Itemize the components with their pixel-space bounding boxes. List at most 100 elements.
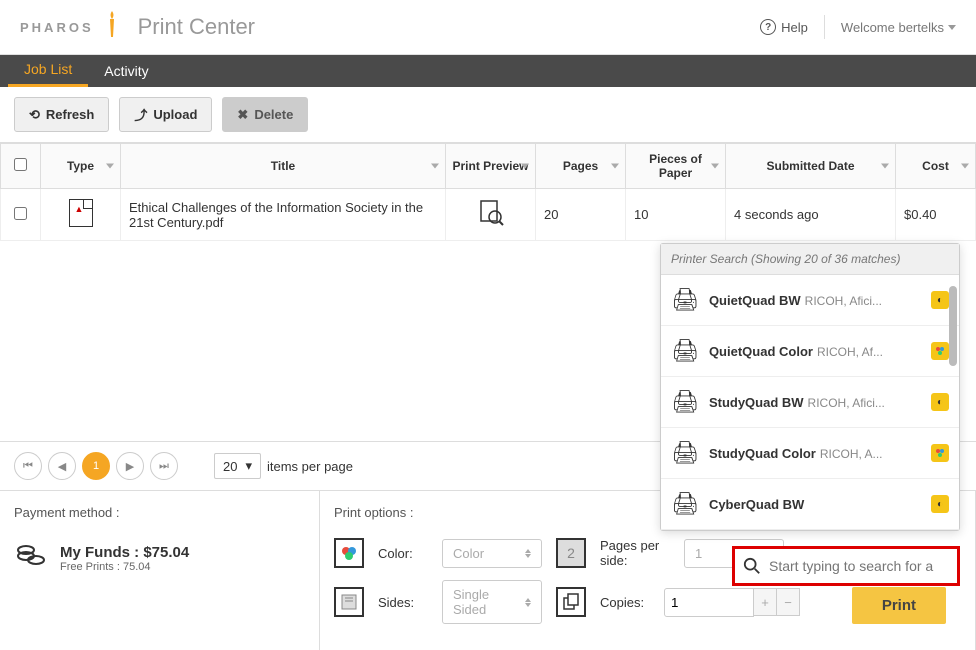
page-current[interactable]: 1	[82, 452, 110, 480]
logo-area: PHAROS Print Center	[20, 9, 255, 46]
popup-header: Printer Search (Showing 20 of 36 matches…	[661, 244, 959, 275]
printer-item[interactable]: 🖨 QuietQuad BWRICOH, Afici... ◐	[661, 275, 959, 326]
scrollbar[interactable]	[949, 286, 957, 366]
col-preview[interactable]: Print Preview	[446, 144, 536, 189]
help-link[interactable]: ? Help	[760, 19, 808, 35]
copies-plus[interactable]: +	[753, 588, 777, 616]
col-pieces[interactable]: Pieces of Paper	[626, 144, 726, 189]
sort-icon	[431, 164, 439, 169]
payment-title: Payment method :	[14, 505, 305, 520]
funds-sub: Free Prints : 75.04	[60, 561, 189, 573]
table-row[interactable]: Ethical Challenges of the Information So…	[1, 189, 976, 241]
col-type[interactable]: Type	[41, 144, 121, 189]
updown-icon	[525, 549, 531, 558]
page-first[interactable]: ⏮	[14, 452, 42, 480]
ipp-select[interactable]: 20 ▾	[214, 453, 261, 479]
user-menu[interactable]: Welcome bertelks	[841, 20, 956, 35]
color-badge-icon	[931, 444, 949, 462]
pieces-cell: 10	[626, 189, 726, 241]
copies-icon	[556, 587, 586, 617]
help-label: Help	[781, 20, 808, 35]
funds-text: My Funds : $75.04 Free Prints : 75.04	[60, 544, 189, 573]
col-cost[interactable]: Cost	[896, 144, 976, 189]
printer-item[interactable]: 🖨 CyberQuad BW ◐	[661, 479, 959, 530]
search-icon	[743, 557, 761, 575]
select-all-checkbox[interactable]	[14, 158, 27, 171]
pps-icon: 2	[556, 538, 586, 568]
printer-search-popup: Printer Search (Showing 20 of 36 matches…	[660, 243, 960, 531]
bw-badge-icon: ◐	[931, 495, 949, 513]
print-button[interactable]: Print	[852, 587, 946, 624]
brand-text: PHAROS	[20, 20, 94, 35]
printer-icon: 🖨	[671, 491, 699, 517]
app-header: PHAROS Print Center ? Help Welcome berte…	[0, 0, 976, 55]
printer-list[interactable]: 🖨 QuietQuad BWRICOH, Afici... ◐ 🖨 QuietQ…	[661, 275, 959, 530]
color-label: Color:	[378, 546, 428, 561]
pps-label: Pages per side:	[600, 538, 670, 568]
printer-search-box	[732, 546, 960, 586]
items-per-page: 20 ▾ items per page	[214, 453, 353, 479]
page-prev[interactable]: ◀	[48, 452, 76, 480]
torch-icon	[102, 9, 122, 46]
cost-cell: $0.40	[896, 189, 976, 241]
upload-icon: ⤴	[134, 105, 147, 124]
sort-icon	[521, 164, 529, 169]
tab-job-list[interactable]: Job List	[8, 55, 88, 87]
color-badge-icon	[931, 342, 949, 360]
submitted-cell: 4 seconds ago	[726, 189, 896, 241]
copies-input[interactable]	[664, 588, 754, 617]
divider	[824, 15, 825, 39]
payment-panel: Payment method : My Funds : $75.04 Free …	[0, 491, 320, 650]
title-cell: Ethical Challenges of the Information So…	[121, 189, 446, 241]
ipp-label: items per page	[267, 459, 353, 474]
sort-icon	[106, 164, 114, 169]
delete-icon: ✖	[237, 107, 248, 123]
page-last[interactable]: ⏭	[150, 452, 178, 480]
tab-activity[interactable]: Activity	[88, 55, 164, 87]
upload-button[interactable]: ⤴ Upload	[119, 97, 212, 132]
app-title: Print Center	[138, 14, 255, 40]
refresh-button[interactable]: ⟲ Refresh	[14, 97, 109, 132]
sort-icon	[611, 164, 619, 169]
color-select[interactable]: Color	[442, 539, 542, 568]
delete-label: Delete	[254, 107, 293, 122]
funds-row: My Funds : $75.04 Free Prints : 75.04	[14, 538, 305, 579]
printer-search-input[interactable]	[769, 558, 949, 574]
copies-stepper: + −	[664, 588, 800, 617]
printer-item[interactable]: 🖨 StudyQuad BWRICOH, Afici... ◐	[661, 377, 959, 428]
col-select	[1, 144, 41, 189]
toolbar: ⟲ Refresh ⤴ Upload ✖ Delete	[0, 87, 976, 143]
updown-icon	[525, 598, 531, 607]
bw-badge-icon: ◐	[931, 291, 949, 309]
caret-down-icon	[948, 25, 956, 30]
coins-icon	[14, 538, 48, 579]
sides-select[interactable]: Single Sided	[442, 580, 542, 624]
funds-main: My Funds : $75.04	[60, 544, 189, 561]
copies-label: Copies:	[600, 595, 650, 610]
refresh-label: Refresh	[46, 107, 94, 122]
color-icon	[334, 538, 364, 568]
row-checkbox[interactable]	[14, 207, 27, 220]
pages-cell: 20	[536, 189, 626, 241]
jobs-table: Type Title Print Preview Pages Pieces of…	[0, 143, 976, 241]
bw-badge-icon: ◐	[931, 393, 949, 411]
upload-label: Upload	[153, 107, 197, 122]
sides-label: Sides:	[378, 595, 428, 610]
col-pages[interactable]: Pages	[536, 144, 626, 189]
delete-button[interactable]: ✖ Delete	[222, 97, 308, 132]
dropdown-icon: ▾	[245, 458, 252, 474]
printer-item[interactable]: 🖨 QuietQuad ColorRICOH, Af...	[661, 326, 959, 377]
copies-minus[interactable]: −	[776, 588, 800, 616]
printer-icon: 🖨	[671, 389, 699, 415]
col-submitted[interactable]: Submitted Date	[726, 144, 896, 189]
printer-item[interactable]: 🖨 StudyQuad ColorRICOH, A...	[661, 428, 959, 479]
col-title[interactable]: Title	[121, 144, 446, 189]
printer-icon: 🖨	[671, 440, 699, 466]
page-next[interactable]: ▶	[116, 452, 144, 480]
pdf-icon	[69, 199, 93, 227]
preview-cell[interactable]	[446, 189, 536, 241]
welcome-text: Welcome bertelks	[841, 20, 944, 35]
sides-icon	[334, 587, 364, 617]
sort-icon	[961, 164, 969, 169]
preview-icon	[477, 199, 505, 227]
